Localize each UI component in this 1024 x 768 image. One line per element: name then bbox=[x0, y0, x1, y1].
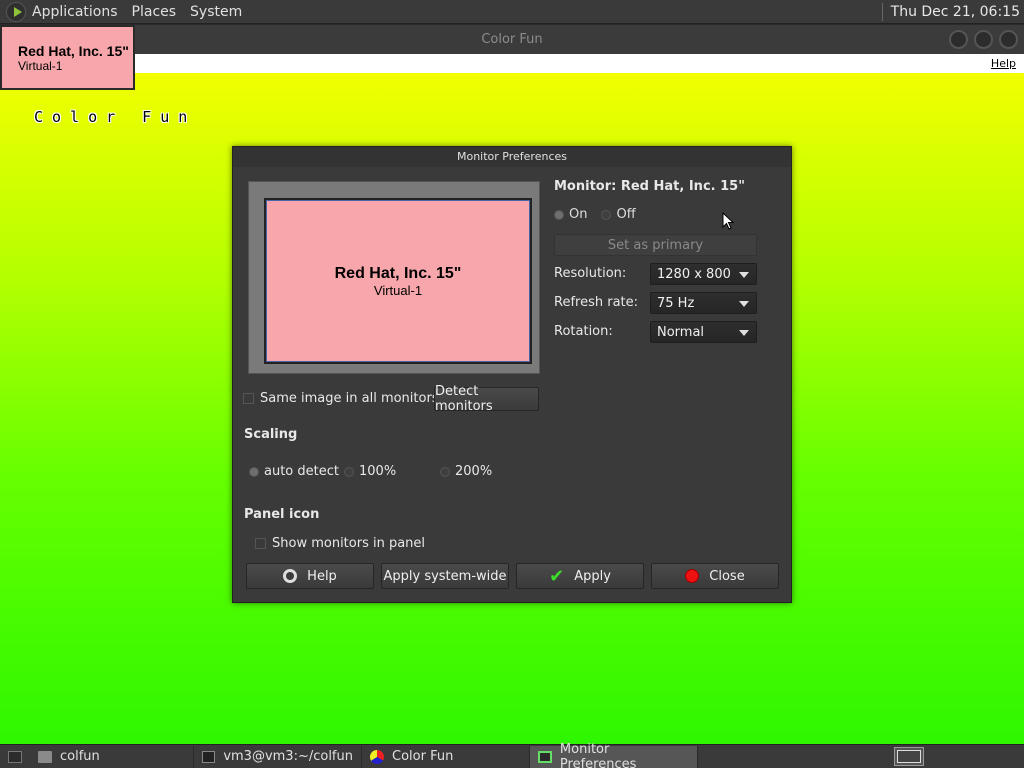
radio-indicator bbox=[440, 466, 450, 477]
on-radio-label: On bbox=[569, 207, 588, 222]
monitor-label: Monitor: Red Hat, Inc. 15" bbox=[554, 179, 745, 194]
apply-button[interactable]: ✔ Apply bbox=[516, 563, 644, 589]
dropdown-arrow-icon bbox=[739, 272, 749, 278]
off-radio[interactable]: Off bbox=[601, 207, 636, 222]
rotation-label: Rotation: bbox=[554, 324, 613, 339]
detect-monitors-button[interactable]: Detect monitors bbox=[434, 384, 539, 414]
radio-indicator bbox=[249, 466, 259, 477]
rotation-combo[interactable]: Normal bbox=[650, 321, 757, 343]
canvas-title-text: Color Fun bbox=[34, 108, 197, 126]
task-label: Color Fun bbox=[392, 749, 454, 764]
same-image-label: Same image in all monitors bbox=[260, 391, 439, 406]
dropdown-arrow-icon bbox=[739, 330, 749, 336]
monitor-preferences-icon bbox=[538, 750, 552, 763]
checkmark-icon: ✔ bbox=[549, 565, 565, 587]
color-fun-menubar: Help bbox=[0, 54, 1024, 73]
menu-applications[interactable]: Applications bbox=[32, 4, 118, 20]
resolution-label: Resolution: bbox=[554, 266, 627, 281]
set-as-primary-label: Set as primary bbox=[607, 237, 704, 253]
close-button-label: Close bbox=[709, 568, 745, 584]
preview-output-name: Virtual-1 bbox=[373, 282, 423, 298]
task-label: Monitor Preferences bbox=[559, 741, 637, 768]
minimize-button[interactable] bbox=[949, 30, 968, 49]
color-fun-title: Color Fun bbox=[481, 32, 543, 47]
identify-monitor-name: Red Hat, Inc. 15" bbox=[18, 43, 129, 59]
workspace-switcher[interactable] bbox=[894, 747, 924, 766]
show-monitors-checkbox[interactable]: Show monitors in panel bbox=[255, 536, 425, 551]
close-red-circle-icon bbox=[685, 569, 700, 583]
menu-system[interactable]: System bbox=[190, 4, 242, 20]
dialog-title[interactable]: Monitor Preferences bbox=[233, 147, 791, 167]
apply-button-label: Apply bbox=[574, 568, 611, 584]
preview-monitor-name: Red Hat, Inc. 15" bbox=[334, 264, 462, 282]
scaling-heading: Scaling bbox=[244, 427, 298, 442]
show-desktop-icon[interactable] bbox=[8, 750, 22, 763]
close-window-button[interactable] bbox=[999, 30, 1018, 49]
panel-separator bbox=[881, 3, 883, 21]
identify-output-name: Virtual-1 bbox=[18, 59, 63, 73]
bottom-panel: colfun vm3@vm3:~/colfun Color Fun Monito… bbox=[0, 742, 1024, 768]
refresh-rate-label: Refresh rate: bbox=[554, 295, 639, 310]
panel-icon-heading: Panel icon bbox=[244, 507, 320, 522]
terminal-icon bbox=[202, 750, 216, 763]
monitor-identify-popup: Red Hat, Inc. 15" Virtual-1 bbox=[0, 25, 135, 90]
task-colfun[interactable]: colfun bbox=[30, 745, 194, 768]
resolution-combo[interactable]: 1280 x 800 bbox=[650, 263, 757, 285]
apply-system-wide-label: Apply system-wide bbox=[383, 568, 507, 584]
detect-monitors-label: Detect monitors bbox=[435, 384, 493, 414]
task-terminal[interactable]: vm3@vm3:~/colfun bbox=[194, 745, 362, 768]
off-radio-label: Off bbox=[616, 207, 636, 222]
power-radio-group: On Off bbox=[554, 207, 636, 222]
task-label: vm3@vm3:~/colfun bbox=[223, 749, 353, 764]
scaling-200-radio[interactable]: 200% bbox=[440, 464, 492, 479]
help-button-label: Help bbox=[307, 568, 337, 584]
rotation-value: Normal bbox=[657, 325, 705, 340]
scaling-200-label: 200% bbox=[455, 464, 493, 479]
color-fun-titlebar[interactable]: Color Fun bbox=[0, 25, 1024, 54]
scaling-auto-radio[interactable]: auto detect bbox=[249, 464, 339, 479]
checkbox-indicator bbox=[255, 538, 266, 549]
same-image-checkbox[interactable]: Same image in all monitors bbox=[243, 391, 439, 406]
scaling-100-radio[interactable]: 100% bbox=[344, 464, 396, 479]
radio-indicator bbox=[601, 209, 612, 220]
monitor-preview-area: Red Hat, Inc. 15" Virtual-1 bbox=[248, 181, 540, 374]
monitor-preferences-dialog: Monitor Preferences Red Hat, Inc. 15" Vi… bbox=[232, 146, 792, 603]
folder-icon bbox=[38, 750, 52, 763]
show-monitors-label: Show monitors in panel bbox=[272, 536, 426, 551]
scaling-auto-label: auto detect bbox=[264, 464, 339, 479]
clock-area: Thu Dec 21, 06:15 bbox=[881, 0, 1020, 24]
top-panel: Applications Places System Thu Dec 21, 0… bbox=[0, 0, 1024, 24]
help-button[interactable]: Help bbox=[246, 563, 374, 589]
radio-indicator bbox=[344, 466, 354, 477]
refresh-rate-combo[interactable]: 75 Hz bbox=[650, 292, 757, 314]
color-fun-app-icon bbox=[370, 749, 384, 764]
mate-menu-icon[interactable] bbox=[6, 1, 26, 22]
scaling-100-label: 100% bbox=[359, 464, 397, 479]
task-color-fun[interactable]: Color Fun bbox=[362, 745, 530, 768]
task-monitor-preferences[interactable]: Monitor Preferences bbox=[530, 742, 698, 768]
help-menu[interactable]: Help bbox=[991, 57, 1016, 70]
set-as-primary-button[interactable]: Set as primary bbox=[554, 234, 757, 256]
close-button[interactable]: Close bbox=[651, 563, 779, 589]
clock[interactable]: Thu Dec 21, 06:15 bbox=[891, 4, 1020, 20]
menu-places[interactable]: Places bbox=[132, 4, 177, 20]
apply-system-wide-button[interactable]: Apply system-wide bbox=[381, 563, 509, 589]
window-controls bbox=[949, 30, 1018, 49]
refresh-rate-value: 75 Hz bbox=[657, 296, 695, 311]
workspace-1[interactable] bbox=[897, 750, 921, 763]
maximize-button[interactable] bbox=[974, 30, 993, 49]
dropdown-arrow-icon bbox=[739, 301, 749, 307]
radio-indicator bbox=[554, 209, 564, 220]
monitor-preview[interactable]: Red Hat, Inc. 15" Virtual-1 bbox=[264, 198, 532, 364]
help-lifebuoy-icon bbox=[283, 569, 298, 583]
resolution-value: 1280 x 800 bbox=[657, 267, 731, 282]
task-label: colfun bbox=[60, 749, 100, 764]
checkbox-indicator bbox=[243, 393, 254, 404]
on-radio[interactable]: On bbox=[554, 207, 587, 222]
